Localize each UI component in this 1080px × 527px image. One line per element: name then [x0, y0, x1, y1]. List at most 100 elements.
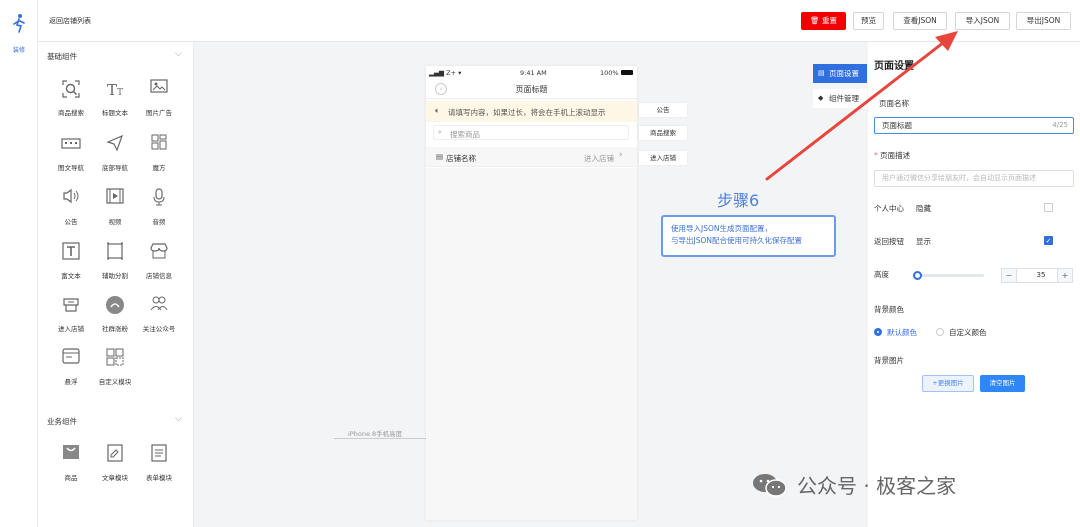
- store-icon: ▤: [436, 152, 444, 161]
- component-custom-module[interactable]: 自定义模块: [92, 348, 138, 396]
- watermark-text: 公众号 · 极客之家: [797, 474, 957, 498]
- tag-enter-store[interactable]: 进入店铺: [639, 151, 687, 165]
- height-slider-track[interactable]: [918, 274, 984, 277]
- phone-nav-bar[interactable]: ‹ 页面标题: [426, 80, 637, 99]
- component-label: 图文导航: [58, 164, 84, 172]
- tag-notice[interactable]: 公告: [639, 103, 687, 117]
- page-name-input[interactable]: 页面标题 4/25: [874, 117, 1074, 134]
- component-search[interactable]: 商品搜索: [48, 79, 94, 127]
- component-label: 自定义模块: [98, 378, 132, 386]
- import-json-button[interactable]: 导入JSON: [955, 12, 1010, 30]
- component-label: 魔方: [152, 164, 166, 172]
- component-label: 公告: [64, 218, 78, 226]
- chevron-right-icon: ›: [619, 150, 623, 160]
- component-label: 辅助分割: [102, 272, 128, 280]
- component-label: 图片广告: [146, 109, 172, 117]
- export-json-button[interactable]: 导出JSON: [1016, 12, 1071, 30]
- tab-label: 组件管理: [829, 94, 859, 103]
- phone-notice-bar[interactable]: 🔈︎ 请填写内容，如果过长，将会在手机上滚动显示: [426, 101, 637, 122]
- component-audio[interactable]: 音频: [136, 188, 182, 236]
- reset-button[interactable]: 🗑︎ 重置: [801, 12, 846, 30]
- image-icon: [148, 79, 170, 101]
- component-bottom-nav[interactable]: 底部导航: [92, 134, 138, 182]
- step-line: 使用导入JSON生成页面配置，: [671, 224, 772, 233]
- component-rich-text[interactable]: 富文本: [48, 242, 94, 290]
- notice-text: 请填写内容，如果过长，将会在手机上滚动显示: [448, 108, 606, 117]
- tag-search[interactable]: 商品搜索: [639, 126, 687, 140]
- bg-default-radio[interactable]: [874, 328, 882, 336]
- battery-percent: 100%: [600, 69, 619, 77]
- form-icon: [148, 444, 170, 466]
- height-slider-knob[interactable]: [913, 271, 922, 280]
- preview-button[interactable]: 预览: [853, 12, 884, 30]
- rail-label[interactable]: 装修: [0, 45, 38, 54]
- phone-store-row[interactable]: ▤ 店铺名称 进入店铺 ›: [426, 147, 637, 167]
- phone-status-bar: ▂▄▆ Z+ ▾ 9:41 AM 100%: [426, 66, 637, 80]
- component-video[interactable]: 视频: [92, 188, 138, 236]
- component-title-text[interactable]: TT 标题文本: [92, 79, 138, 127]
- component-cube[interactable]: 魔方: [136, 134, 182, 182]
- component-goods[interactable]: 商品: [48, 444, 94, 492]
- video-icon: [104, 188, 126, 210]
- component-image-ad[interactable]: 图片广告: [136, 79, 182, 127]
- chevron-down-icon[interactable]: ⌵: [175, 49, 182, 59]
- enter-store-icon: [60, 295, 82, 317]
- phone-page-title: 页面标题: [515, 85, 548, 94]
- component-form[interactable]: 表单模块: [136, 444, 182, 492]
- step-description-box: 使用导入JSON生成页面配置， 与导出JSON配合使用可持久化保存配置: [661, 215, 836, 257]
- component-notice[interactable]: 公告: [48, 188, 94, 236]
- battery-icon: [621, 70, 633, 75]
- search-icon: ⌕: [438, 128, 442, 136]
- page-desc-label: * 页面描述: [874, 151, 911, 160]
- business-components-title[interactable]: 业务组件: [47, 416, 77, 427]
- speaker-icon: 🔈︎: [435, 106, 440, 115]
- clear-image-button[interactable]: 清空图片: [980, 375, 1025, 392]
- height-increment-button[interactable]: +: [1057, 268, 1073, 283]
- layers-icon: ◆: [818, 94, 824, 102]
- float-icon: [60, 348, 82, 370]
- page-icon: ▤: [818, 69, 825, 77]
- page-desc-label-text: 页面描述: [880, 151, 911, 160]
- component-image-nav[interactable]: 图文导航: [48, 134, 94, 182]
- page-name-value: 页面标题: [882, 121, 912, 130]
- component-label: 富文本: [61, 272, 81, 280]
- back-button-checkbox[interactable]: ✓: [1044, 236, 1053, 245]
- tab-page-settings[interactable]: ▤ 页面设置: [813, 64, 867, 83]
- personal-center-checkbox[interactable]: [1044, 203, 1053, 212]
- iphone-height-label: iPhone 8手机高度: [348, 430, 403, 438]
- person-run-icon[interactable]: [11, 13, 27, 33]
- bg-custom-label[interactable]: 自定义颜色: [949, 327, 987, 338]
- back-to-store-list-link[interactable]: 返回店铺列表: [49, 16, 91, 26]
- component-label: 商品搜索: [58, 109, 84, 117]
- component-article[interactable]: 文章模块: [92, 444, 138, 492]
- chevron-down-icon[interactable]: ⌵: [175, 414, 182, 424]
- change-image-button[interactable]: +更换图片: [922, 375, 974, 392]
- component-follow-official[interactable]: 关注公众号: [136, 295, 182, 343]
- component-divider[interactable]: 辅助分割: [92, 242, 138, 290]
- nav-icon: [60, 134, 82, 156]
- step-line: 与导出JSON配合使用可持久化保存配置: [671, 236, 802, 245]
- component-store-info[interactable]: 店铺信息: [136, 242, 182, 290]
- view-json-button[interactable]: 查看JSON: [893, 12, 947, 30]
- personal-center-value: 隐藏: [916, 204, 931, 213]
- bg-default-label[interactable]: 默认颜色: [887, 327, 917, 338]
- bg-custom-radio[interactable]: [936, 328, 944, 336]
- component-label: 表单模块: [146, 474, 172, 482]
- bg-image-label: 背景图片: [874, 356, 904, 365]
- carrier-label: Z+: [446, 69, 456, 77]
- height-decrement-button[interactable]: −: [1001, 268, 1017, 283]
- follow-icon: [148, 295, 170, 317]
- group-icon: [104, 295, 126, 317]
- component-group-fans[interactable]: 社群涨粉: [92, 295, 138, 343]
- tab-label: 页面设置: [829, 69, 859, 78]
- phone-search-bar[interactable]: ⌕ 搜索商品: [433, 125, 629, 140]
- component-float[interactable]: 悬浮: [48, 348, 94, 396]
- basic-components-title[interactable]: 基础组件: [47, 51, 77, 62]
- component-label: 视频: [108, 218, 122, 226]
- speaker-icon: [60, 188, 82, 210]
- status-time: 9:41 AM: [520, 69, 547, 77]
- article-icon: [104, 444, 126, 466]
- page-desc-input[interactable]: 用户通过微信分享给朋友时，会自动显示页面描述: [874, 170, 1074, 187]
- tab-component-manage[interactable]: ◆ 组件管理: [813, 89, 867, 108]
- component-enter-store[interactable]: 进入店铺: [48, 295, 94, 343]
